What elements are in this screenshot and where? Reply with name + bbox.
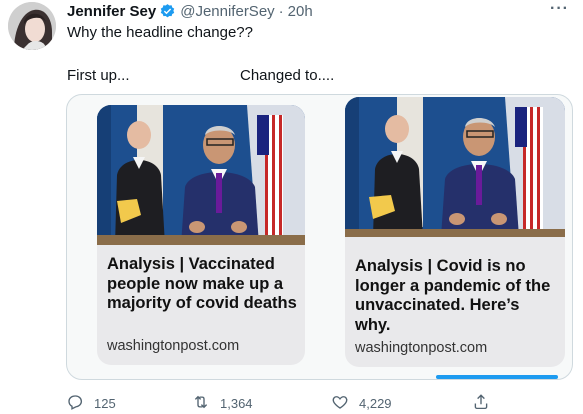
preview-photo-left xyxy=(97,105,305,245)
share-button[interactable] xyxy=(472,393,490,414)
heart-icon xyxy=(331,393,349,414)
reply-count: 125 xyxy=(94,396,116,411)
headline-right: Analysis | Covid is no longer a pandemic… xyxy=(355,257,551,334)
link-preview-right[interactable]: Analysis | Covid is no longer a pandemic… xyxy=(345,97,565,367)
media-indicator-bar xyxy=(436,375,558,379)
changed-to-text: Changed to.... xyxy=(240,67,335,84)
retweet-button[interactable]: 1,364 xyxy=(192,393,253,414)
reply-icon xyxy=(66,393,84,414)
reply-button[interactable]: 125 xyxy=(66,393,116,414)
tweet-header: Jennifer Sey @JenniferSey · 20h xyxy=(67,1,313,21)
author-handle[interactable]: @JenniferSey xyxy=(180,3,274,20)
retweet-count: 1,364 xyxy=(220,396,253,411)
verified-badge-icon xyxy=(159,3,176,20)
tweet-time[interactable]: 20h xyxy=(288,3,313,20)
share-icon xyxy=(472,393,490,414)
like-count: 4,229 xyxy=(359,396,392,411)
avatar[interactable] xyxy=(8,2,56,50)
tweet-actions: 125 1,364 4,229 xyxy=(66,393,506,411)
separator-dot: · xyxy=(278,2,284,20)
domain-left: washingtonpost.com xyxy=(107,338,240,354)
more-dots-icon[interactable]: ··· xyxy=(550,0,569,18)
tweet-media[interactable]: Analysis | Vaccinated people now make up… xyxy=(66,94,573,380)
tweet-text: Why the headline change?? xyxy=(67,24,253,41)
link-preview-left[interactable]: Analysis | Vaccinated people now make up… xyxy=(97,105,305,365)
headline-left: Analysis | Vaccinated people now make up… xyxy=(107,255,297,312)
author-name[interactable]: Jennifer Sey xyxy=(67,3,156,20)
like-button[interactable]: 4,229 xyxy=(331,393,392,414)
domain-right: washingtonpost.com xyxy=(355,340,488,356)
first-up-text: First up... xyxy=(67,67,130,84)
retweet-icon xyxy=(192,393,210,414)
avatar-photo xyxy=(8,2,56,50)
preview-photo-right xyxy=(345,97,565,237)
